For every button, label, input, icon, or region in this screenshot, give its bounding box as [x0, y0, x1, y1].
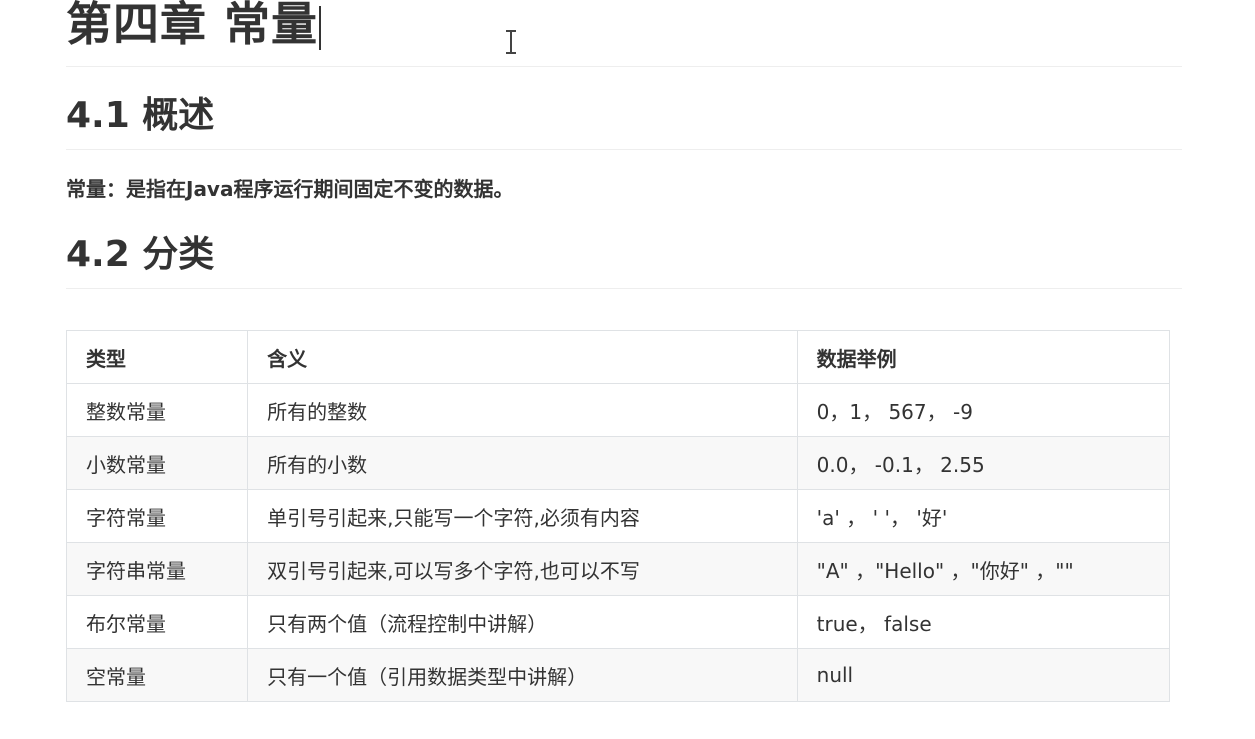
table-cell-type: 整数常量: [65, 383, 249, 437]
mouse-ibeam-cursor-icon: [506, 30, 516, 54]
table-row: 空常量 只有一个值（引用数据类型中讲解） null: [65, 648, 1171, 702]
table-row: 字符串常量 双引号引起来,可以写多个字符,也可以不写 "A" ，"Hello" …: [65, 542, 1171, 596]
table-cell-example: "A" ，"Hello" ，"你好" ，"": [796, 542, 1171, 596]
section-overview-divider: [66, 149, 1182, 150]
table-header-example: 数据举例: [796, 330, 1171, 384]
table-cell-example: 'a' ， ' '， '好': [796, 489, 1171, 543]
table-cell-meaning: 双引号引起来,可以写多个字符,也可以不写: [247, 542, 798, 596]
table-cell-type: 字符串常量: [65, 542, 249, 596]
section-heading-classification: 4.2 分类: [66, 234, 215, 275]
table-cell-example: 0，1， 567， -9: [796, 383, 1171, 437]
chapter-title-text: 第四章 常量: [66, 0, 319, 51]
section-classification-divider: [66, 288, 1182, 289]
table-row: 小数常量 所有的小数 0.0， -0.1， 2.55: [65, 436, 1171, 490]
chapter-title-divider: [66, 66, 1182, 67]
overview-paragraph: 常量：是指在Java程序运行期间固定不变的数据。: [66, 177, 514, 201]
table-cell-type: 字符常量: [65, 489, 249, 543]
table-cell-example: null: [796, 648, 1171, 702]
table-cell-type: 小数常量: [65, 436, 249, 490]
table-cell-example: 0.0， -0.1， 2.55: [796, 436, 1171, 490]
table-cell-type: 空常量: [65, 648, 249, 702]
table-row: 整数常量 所有的整数 0，1， 567， -9: [65, 383, 1171, 437]
section-heading-overview: 4.1 概述: [66, 95, 215, 136]
table-header-type: 类型: [65, 330, 249, 384]
table-row: 字符常量 单引号引起来,只能写一个字符,必须有内容 'a' ， ' '， '好': [65, 489, 1171, 543]
table-cell-meaning: 所有的整数: [247, 383, 798, 437]
table-cell-meaning: 所有的小数: [247, 436, 798, 490]
table-cell-meaning: 只有两个值（流程控制中讲解）: [247, 595, 798, 649]
table-row: 布尔常量 只有两个值（流程控制中讲解） true， false: [65, 595, 1171, 649]
table-cell-example: true， false: [796, 595, 1171, 649]
table-header-row: 类型 含义 数据举例: [65, 330, 1171, 384]
chapter-title[interactable]: 第四章 常量: [66, 0, 322, 56]
table-header-meaning: 含义: [247, 330, 798, 384]
table-cell-meaning: 只有一个值（引用数据类型中讲解）: [247, 648, 798, 702]
table-cell-type: 布尔常量: [65, 595, 249, 649]
text-caret: [319, 5, 322, 50]
table-cell-meaning: 单引号引起来,只能写一个字符,必须有内容: [247, 489, 798, 543]
constants-table: 类型 含义 数据举例 整数常量 所有的整数 0，1， 567， -9 小数常量 …: [65, 330, 1171, 702]
